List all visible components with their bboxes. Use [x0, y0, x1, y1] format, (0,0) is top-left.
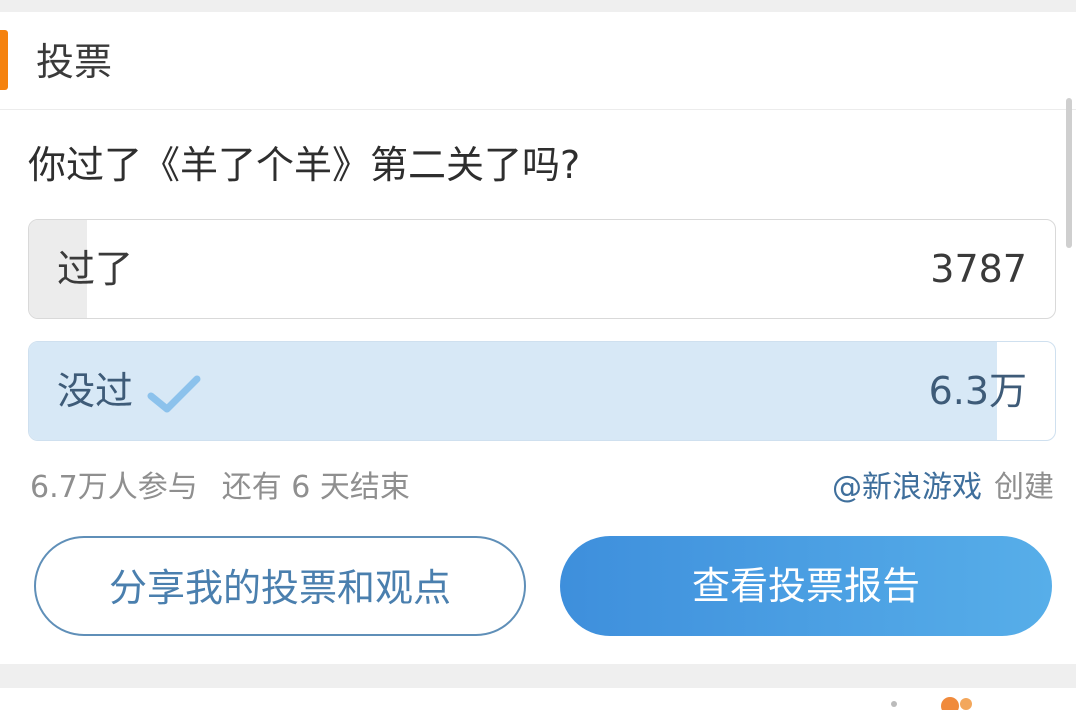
poll-card: 投票 你过了《羊了个羊》第二关了吗? 过了 3787 没过 6.3万 6.7万人… [0, 12, 1076, 664]
option-label: 过了 [57, 247, 134, 291]
poll-creator: @新浪游戏 创建 [832, 470, 1054, 506]
poll-option-passed[interactable]: 过了 3787 [28, 219, 1056, 319]
check-icon [147, 375, 201, 413]
poll-meta: 6.7万人参与 还有 6 天结束 [30, 470, 410, 506]
time-remaining: 还有 6 天结束 [221, 470, 410, 505]
poll-header: 投票 [0, 12, 1076, 110]
option-label: 没过 [57, 369, 134, 413]
poll-option-not-passed[interactable]: 没过 6.3万 [28, 341, 1056, 441]
creator-link[interactable]: @新浪游戏 [832, 470, 982, 505]
participant-count: 6.7万人参与 [30, 470, 198, 505]
option-count: 6.3万 [928, 369, 1027, 413]
scrollbar[interactable] [1066, 98, 1072, 248]
option-count: 3787 [930, 247, 1027, 291]
decoration-icon [891, 697, 972, 710]
share-vote-button[interactable]: 分享我的投票和观点 [34, 536, 526, 636]
header-title: 投票 [36, 40, 113, 84]
creator-suffix: 创建 [994, 470, 1054, 505]
view-report-button[interactable]: 查看投票报告 [560, 536, 1052, 636]
header-accent-bar [0, 30, 8, 90]
poll-question: 你过了《羊了个羊》第二关了吗? [28, 143, 581, 187]
